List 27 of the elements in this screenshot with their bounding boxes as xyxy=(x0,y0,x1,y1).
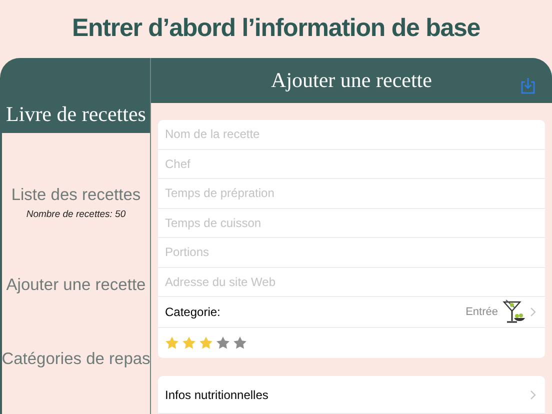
input-field[interactable]: Nom de la recette xyxy=(165,125,525,144)
star-icon xyxy=(182,336,196,350)
input-field[interactable]: Chef xyxy=(165,154,525,173)
star-icon xyxy=(233,336,247,350)
input-field[interactable]: Adresse du site Web xyxy=(165,272,525,291)
cocktail-icon xyxy=(502,299,526,325)
input-field[interactable]: Temps de prépration xyxy=(165,184,525,202)
sidebar-item[interactable]: Ajouter une recette xyxy=(6,273,146,298)
star-icon xyxy=(216,336,230,350)
sidebar-title: Livre de recettes xyxy=(6,100,146,128)
sidebar-item[interactable]: Catégories de repas xyxy=(2,346,150,372)
star-icon xyxy=(199,336,213,350)
chevron-icon xyxy=(530,307,536,317)
sidebar-item[interactable]: Liste des recettes xyxy=(11,183,141,208)
star-icon xyxy=(165,336,179,350)
nutrition-row[interactable]: Infos nutritionnelles xyxy=(158,376,545,414)
category-row[interactable]: Categorie: Entrée xyxy=(158,297,545,328)
recipe-count: Nombre de recettes: 50 xyxy=(26,208,126,222)
chevron-icon xyxy=(530,390,536,400)
headline: Entrer d’abord l’information de base xyxy=(72,13,480,44)
input-field[interactable]: Temps de cuisson xyxy=(165,214,525,232)
nutrition-label: Infos nutritionnelles xyxy=(165,386,268,404)
input-field[interactable]: Portions xyxy=(165,243,525,262)
download-icon[interactable] xyxy=(521,77,535,94)
category-label: Categorie: xyxy=(165,304,220,321)
header-title: Ajouter une recette xyxy=(271,66,432,94)
category-value: Entrée xyxy=(466,304,498,320)
